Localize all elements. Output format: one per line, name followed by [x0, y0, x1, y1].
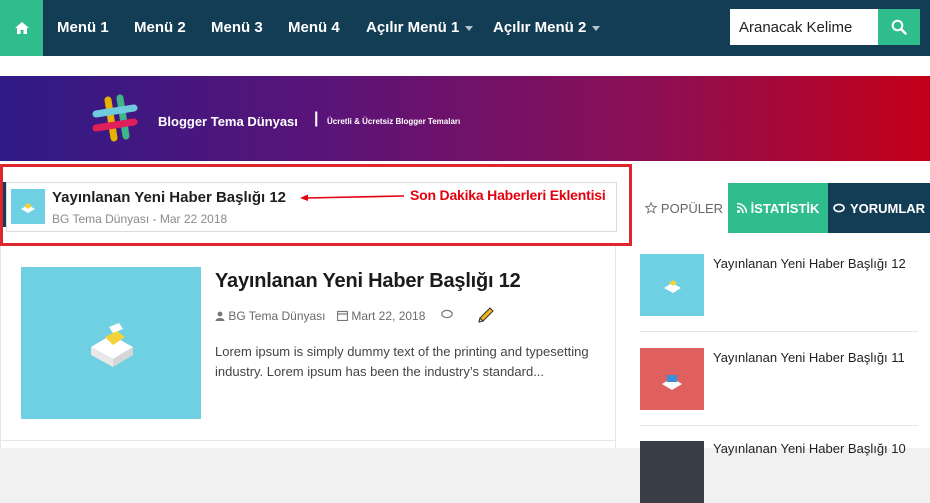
sidebar-item-thumbnail[interactable]: [640, 254, 704, 316]
box-image-icon: [664, 280, 681, 293]
caret-down-icon: [592, 25, 601, 31]
edit-post-button[interactable]: [477, 306, 495, 327]
post-author-name: BG Tema Dünyası: [228, 309, 326, 323]
caret-down-icon: [465, 25, 474, 31]
post-comments-link[interactable]: [441, 309, 454, 323]
star-icon: [644, 202, 657, 214]
nav-dropdown-2[interactable]: Açılır Menü 2: [493, 0, 601, 56]
search-button[interactable]: [878, 9, 920, 45]
post-author[interactable]: BG Tema Dünyası: [215, 309, 326, 323]
tab-popular-label: POPÜLER: [660, 200, 724, 216]
nav-item-menu-3[interactable]: Menü 3: [211, 0, 263, 56]
sidebar-item-title[interactable]: Yayınlanan Yeni Haber Başlığı 10: [713, 441, 906, 456]
sidebar-item-title[interactable]: Yayınlanan Yeni Haber Başlığı 11: [713, 350, 905, 365]
post-title[interactable]: Yayınlanan Yeni Haber Başlığı 12: [215, 270, 521, 293]
printer-image-icon: [662, 375, 682, 390]
nav-dropdown-2-label: Açılır Menü 2: [493, 19, 587, 36]
nav-item-menu-1[interactable]: Menü 1: [57, 0, 109, 56]
sidebar-item-thumbnail[interactable]: [640, 348, 704, 410]
nav-item-menu-4[interactable]: Menü 4: [288, 0, 340, 56]
slack-style-logo-icon: [92, 94, 138, 142]
search-icon: [891, 19, 907, 35]
sidebar-item-title[interactable]: Yayınlanan Yeni Haber Başlığı 12: [713, 256, 906, 271]
header-spacer: [0, 56, 930, 76]
post-thumbnail[interactable]: [21, 267, 201, 419]
post-divider: [0, 440, 616, 441]
nav-item-menu-2[interactable]: Menü 2: [134, 0, 186, 56]
tab-popular[interactable]: POPÜLER: [640, 183, 728, 233]
annotation-highlight-box: [0, 164, 632, 246]
site-title: Blogger Tema Dünyası: [158, 114, 298, 129]
site-subtitle: Ücretli & Ücretsiz Blogger Temaları: [327, 117, 461, 126]
home-icon: [14, 22, 29, 34]
nav-dropdown-1[interactable]: Açılır Menü 1: [366, 0, 474, 56]
comments-icon: [441, 309, 453, 319]
post-date-text: Mart 22, 2018: [351, 309, 426, 323]
top-navigation: Menü 1 Menü 2 Menü 3 Menü 4 Açılır Menü …: [0, 0, 930, 56]
tab-comments-label: YORUMLAR: [849, 200, 926, 216]
sidebar-item-thumbnail[interactable]: [640, 441, 704, 503]
box-image-icon: [91, 323, 133, 367]
user-icon: [215, 311, 225, 321]
search-input[interactable]: [730, 9, 878, 45]
site-banner[interactable]: Blogger Tema Dünyası | Ücretli & Ücretsi…: [0, 76, 930, 161]
comments-icon: [833, 203, 845, 212]
tab-statistics[interactable]: İSTATİSTİK: [728, 183, 828, 233]
sidebar-divider: [640, 331, 918, 332]
calendar-icon: [336, 310, 349, 322]
sidebar-divider: [640, 425, 918, 426]
post-date: Mart 22, 2018: [336, 309, 426, 323]
post-excerpt: Lorem ipsum is simply dummy text of the …: [215, 344, 589, 379]
rss-icon: [736, 203, 747, 213]
title-separator: |: [314, 110, 319, 127]
tab-statistics-label: İSTATİSTİK: [750, 200, 820, 216]
tab-comments[interactable]: YORUMLAR: [828, 183, 930, 233]
pencil-icon: [478, 307, 494, 323]
nav-dropdown-1-label: Açılır Menü 1: [366, 19, 460, 36]
home-button[interactable]: [0, 0, 43, 56]
